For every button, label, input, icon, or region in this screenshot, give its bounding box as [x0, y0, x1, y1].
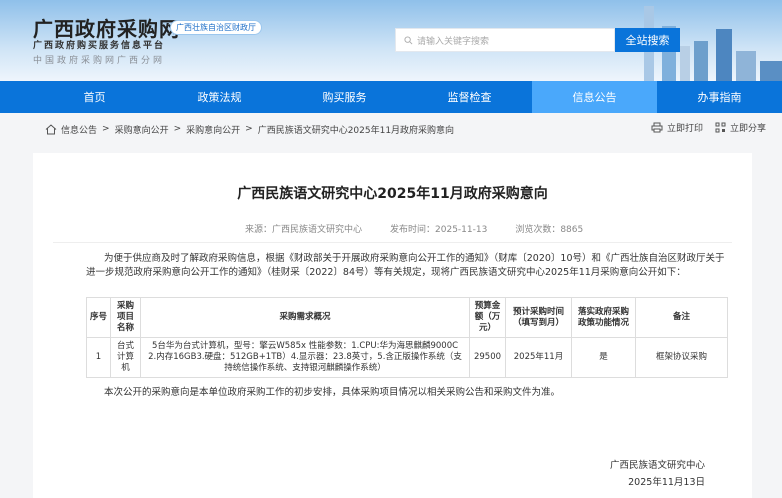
signature-date: 2025年11月13日 [628, 477, 705, 488]
table-header-row: 序号 采购项目名称 采购需求概况 预算金额（万元） 预计采购时间（填写到月） 落… [86, 297, 728, 338]
col-header: 备注 [635, 297, 728, 338]
breadcrumb-item[interactable]: 信息公告 [61, 123, 97, 136]
article-title: 广西民族语文研究中心2025年11月政府采购意向 [237, 186, 548, 202]
nav-guide[interactable]: 办事指南 [657, 81, 782, 113]
article-closing: 本次公开的采购意向是本单位政府采购工作的初步安排，具体采购项目情况以相关采购公告… [104, 387, 561, 398]
article-meta: 来源：广西民族语文研究中心 发布时间：2025-11-13 浏览次数：8865 [245, 222, 583, 235]
search-button[interactable]: 全站搜索 [615, 28, 680, 52]
cell: 29500 [469, 337, 506, 378]
table-row: 1 台式计算机 5台华为台式计算机，型号：擎云W585x 性能参数：1.CPU:… [86, 337, 728, 378]
col-header: 序号 [86, 297, 111, 338]
article-views: 浏览次数：8865 [515, 225, 584, 235]
breadcrumb-current: 广西民族语文研究中心2025年11月政府采购意向 [257, 125, 455, 136]
breadcrumb-item[interactable]: 采购意向公开 [186, 123, 240, 136]
procurement-table: 序号 采购项目名称 采购需求概况 预算金额（万元） 预计采购时间（填写到月） 落… [86, 297, 728, 378]
qr-code-icon [715, 122, 726, 133]
print-button[interactable]: 立即打印 [651, 121, 703, 134]
share-button[interactable]: 立即分享 [715, 121, 766, 134]
search-icon [404, 35, 413, 44]
share-label: 立即分享 [729, 124, 766, 134]
col-header: 预算金额（万元） [469, 297, 506, 338]
cell: 框架协议采购 [635, 337, 728, 378]
site-subtitle: 广西政府购买服务信息平台 [33, 41, 166, 51]
cell: 台式计算机 [110, 337, 141, 378]
breadcrumb-item[interactable]: 采购意向公开 [115, 123, 169, 136]
cell: 5台华为台式计算机，型号：擎云W585x 性能参数：1.CPU:华为海思麒麟90… [140, 337, 470, 378]
search-input[interactable]: 请输入关键字搜索 [395, 28, 615, 52]
home-icon[interactable] [45, 123, 57, 135]
main-nav: 首页 政策法规 购买服务 监督检查 信息公告 办事指南 [0, 81, 782, 113]
nav-announcements[interactable]: 信息公告 [532, 81, 657, 113]
article-source: 来源：广西民族语文研究中心 [245, 225, 363, 235]
site-subtitle-2: 中国政府采购网广西分网 [33, 56, 166, 66]
print-label: 立即打印 [666, 124, 703, 134]
nav-purchase-service[interactable]: 购买服务 [282, 81, 407, 113]
breadcrumb: 信息公告 > 采购意向公开 > 采购意向公开 > 广西民族语文研究中心2025年11月… [0, 113, 782, 145]
col-header: 落实政府采购政策功能情况 [571, 297, 636, 338]
divider [53, 242, 732, 243]
search-placeholder: 请输入关键字搜索 [417, 36, 490, 47]
nav-home[interactable]: 首页 [32, 81, 157, 113]
department-badge: 广西壮族自治区财政厅 [170, 20, 262, 35]
col-header: 采购需求概况 [140, 297, 470, 338]
col-header: 预计采购时间（填写到月） [505, 297, 572, 338]
col-header: 采购项目名称 [110, 297, 141, 338]
cell: 是 [571, 337, 636, 378]
cell: 2025年11月 [505, 337, 572, 378]
printer-icon [651, 122, 663, 133]
article-date: 发布时间：2025-11-13 [390, 225, 488, 235]
article-intro: 为便于供应商及时了解政府采购信息，根据《财政部关于开展政府采购意向公开工作的通知… [86, 253, 725, 278]
cell: 1 [86, 337, 111, 378]
signature-org: 广西民族语文研究中心 [609, 460, 705, 471]
site-header: 广西政府采购网 广西壮族自治区财政厅 广西政府购买服务信息平台 中国政府采购网广… [0, 0, 782, 81]
article-panel: 广西民族语文研究中心2025年11月政府采购意向 来源：广西民族语文研究中心 发… [33, 153, 752, 498]
nav-supervision[interactable]: 监督检查 [407, 81, 532, 113]
nav-policy[interactable]: 政策法规 [157, 81, 282, 113]
signature-block: 广西民族语文研究中心 2025年11月13日 [610, 457, 705, 491]
